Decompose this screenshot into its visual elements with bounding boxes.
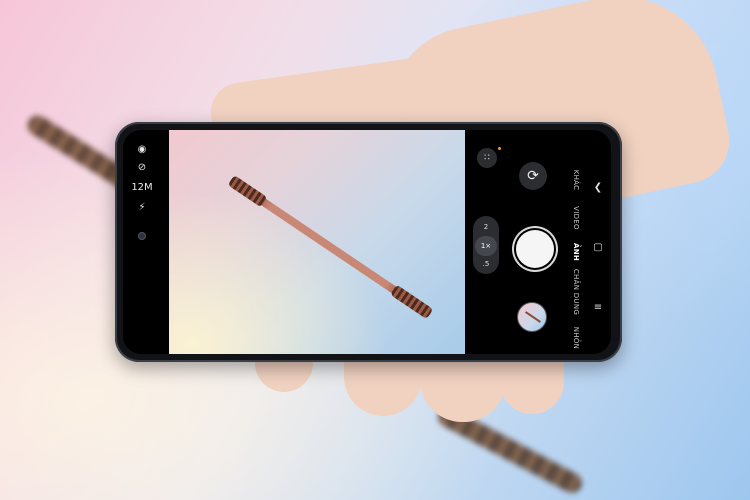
back-nav-icon[interactable]: ❮ bbox=[590, 182, 606, 193]
shutter-button[interactable] bbox=[516, 230, 554, 268]
zoom-2x[interactable]: 2 bbox=[473, 223, 499, 231]
switch-camera-icon[interactable]: ⟳ bbox=[519, 162, 547, 190]
zoom-selector[interactable]: 2 1× .5 bbox=[473, 216, 499, 274]
camera-controls: ∷ ⟳ 2 1× .5 KHÁC VIDEO ẢNH CHÂN DUNG NHỎ… bbox=[465, 130, 611, 354]
privacy-indicator-dot bbox=[498, 147, 501, 150]
mode-portrait[interactable]: CHÂN DUNG bbox=[572, 269, 580, 315]
mode-photo[interactable]: ẢNH bbox=[572, 243, 580, 261]
mode-night[interactable]: NHỎN bbox=[572, 327, 580, 349]
grid-icon[interactable]: ∷ bbox=[477, 148, 497, 168]
gallery-thumbnail[interactable] bbox=[517, 302, 547, 332]
camera-viewfinder[interactable] bbox=[169, 130, 465, 354]
smartphone: ◉ ⊘ 12M ⚡ ∷ ⟳ 2 1× .5 KHÁC VIDEO ẢNH CHÂ… bbox=[115, 122, 622, 362]
settings-icon[interactable]: ◉ bbox=[138, 144, 147, 155]
recents-nav-icon[interactable]: ≡ bbox=[590, 302, 606, 313]
motion-off-icon[interactable]: ⚡ bbox=[138, 202, 145, 213]
camera-left-toolbar: ◉ ⊘ 12M ⚡ bbox=[123, 130, 161, 354]
camera-mode-selector: KHÁC VIDEO ẢNH CHÂN DUNG NHỎN bbox=[565, 130, 587, 354]
front-camera-lens bbox=[139, 233, 145, 239]
zoom-05x[interactable]: .5 bbox=[473, 260, 499, 268]
mode-video[interactable]: VIDEO bbox=[572, 206, 580, 230]
zoom-1x[interactable]: 1× bbox=[473, 242, 499, 250]
mode-other[interactable]: KHÁC bbox=[572, 170, 580, 191]
home-nav-icon[interactable]: ▢ bbox=[590, 242, 606, 253]
phone-screen: ◉ ⊘ 12M ⚡ ∷ ⟳ 2 1× .5 KHÁC VIDEO ẢNH CHÂ… bbox=[123, 130, 611, 354]
resolution-label[interactable]: 12M bbox=[131, 182, 152, 193]
flash-off-icon[interactable]: ⊘ bbox=[138, 162, 146, 173]
